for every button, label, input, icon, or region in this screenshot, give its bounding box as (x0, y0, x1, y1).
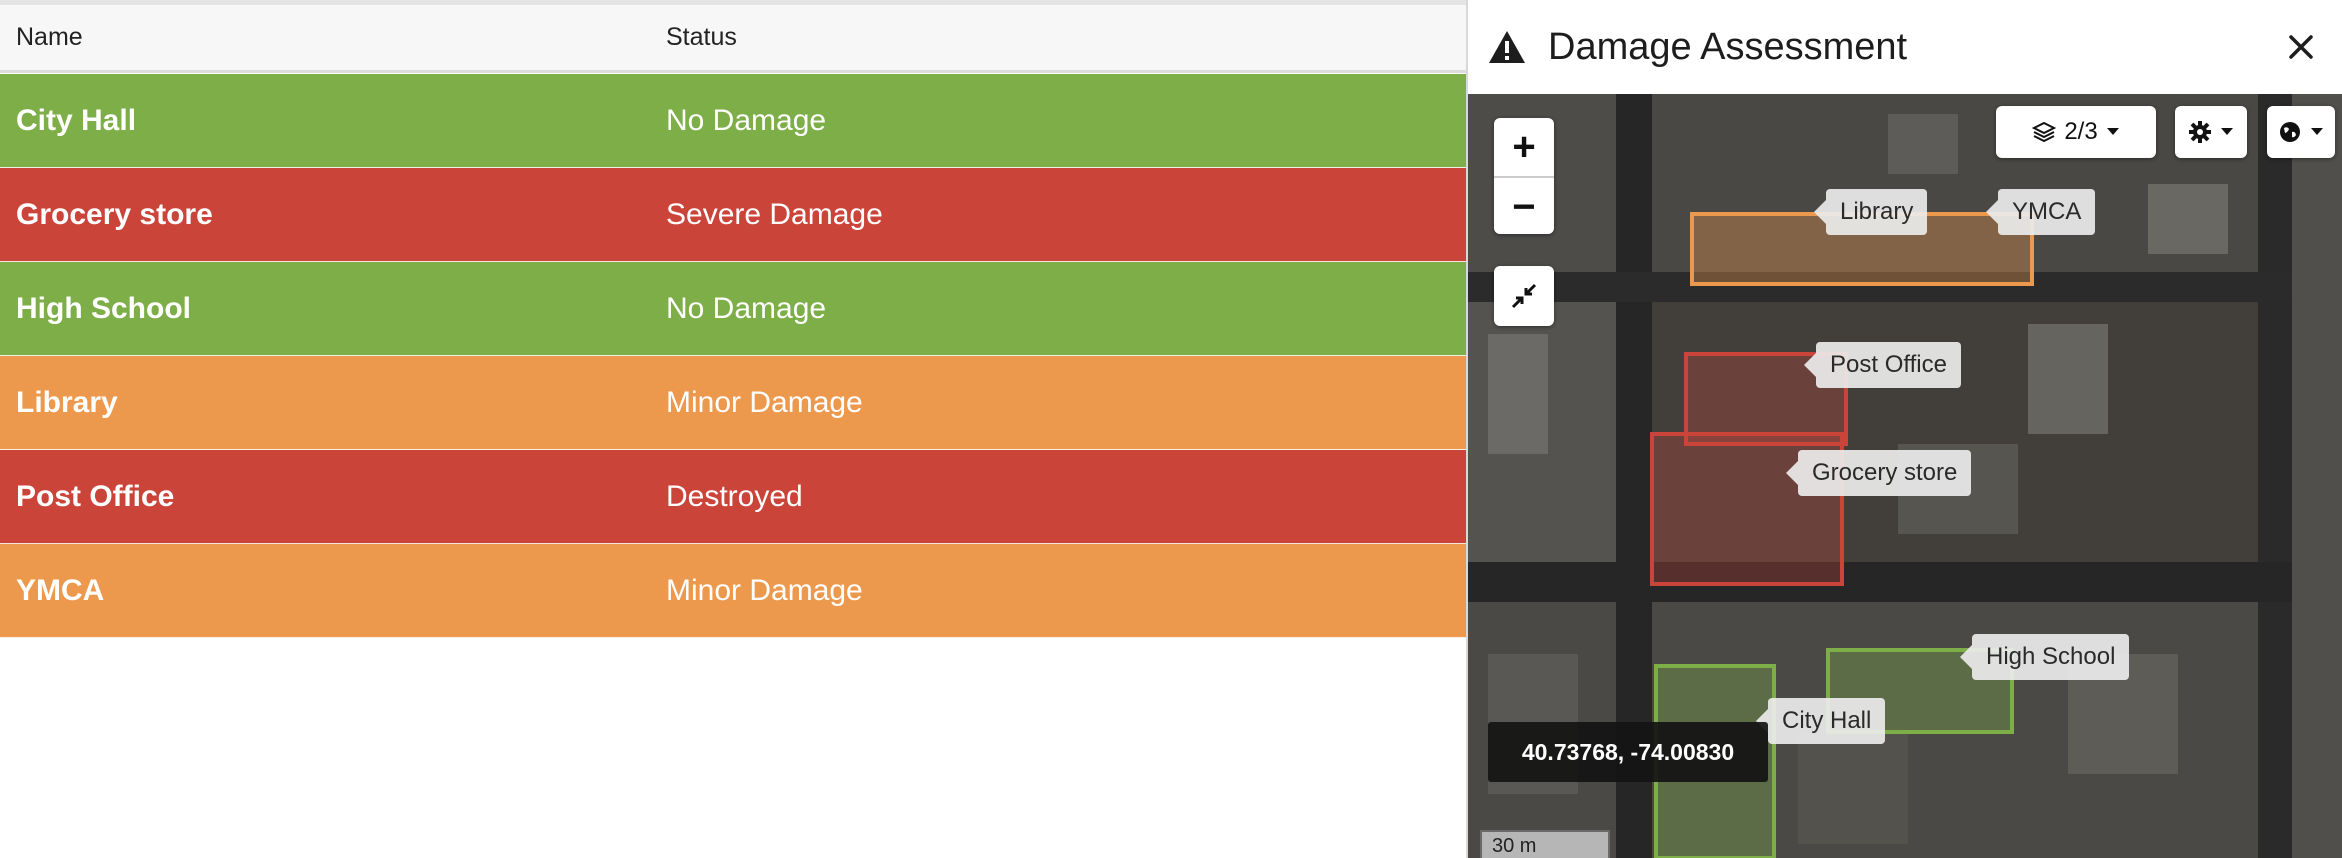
zoom-out-button[interactable]: − (1494, 176, 1554, 234)
map-label-grocery-store[interactable]: Grocery store (1785, 450, 1972, 496)
row-status: No Damage (666, 292, 827, 325)
scale-bar: 30 m (1480, 830, 1610, 858)
row-status: Destroyed (666, 480, 803, 513)
row-name: Post Office (16, 480, 175, 513)
table-header: Name Status (0, 5, 1466, 73)
row-name: YMCA (16, 574, 105, 607)
chevron-down-icon (2106, 128, 2119, 135)
map-label-ymca[interactable]: YMCA (1985, 189, 2096, 235)
zoom-in-button[interactable]: + (1494, 118, 1554, 176)
layers-icon (2032, 121, 2057, 143)
coordinate-readout: 40.73768, -74.00830 (1488, 722, 1768, 782)
chevron-down-icon (2221, 128, 2233, 135)
zoom-controls: + − (1494, 118, 1554, 234)
basemap-dropdown[interactable] (2267, 106, 2335, 158)
globe-icon (2280, 122, 2300, 142)
table-row[interactable]: YMCA Minor Damage (0, 544, 1466, 638)
close-icon[interactable] (2282, 28, 2320, 66)
row-status: Minor Damage (666, 574, 863, 607)
map-label-post-office[interactable]: Post Office (1804, 342, 1961, 388)
gear-icon (2189, 121, 2211, 143)
table-row[interactable]: High School No Damage (0, 262, 1466, 356)
table-row[interactable]: Library Minor Damage (0, 356, 1466, 450)
chevron-down-icon (2311, 128, 2323, 135)
app-root: Name Status City Hall No Damage Grocery … (0, 0, 2342, 858)
fit-bounds-button[interactable] (1494, 266, 1554, 326)
satellite-map[interactable]: + − 2/3 Library YMCA Post Office Grocery… (1468, 94, 2342, 858)
map-label-library[interactable]: Library (1813, 189, 1928, 235)
compress-icon (1511, 283, 1537, 309)
table-row[interactable]: City Hall No Damage (0, 74, 1466, 168)
settings-dropdown[interactable] (2175, 106, 2247, 158)
layers-dropdown[interactable]: 2/3 (1996, 106, 2156, 158)
damage-assessment-panel: Damage Assessment + − 2/3 Library YMCA P… (1466, 0, 2342, 858)
row-status: No Damage (666, 104, 827, 137)
map-label-city-hall[interactable]: City Hall (1755, 698, 1886, 744)
map-label-high-school[interactable]: High School (1959, 634, 2130, 680)
table-body: City Hall No Damage Grocery store Severe… (0, 74, 1466, 638)
damage-table: Name Status City Hall No Damage Grocery … (0, 0, 1466, 858)
row-name: Library (16, 386, 118, 419)
table-row[interactable]: Post Office Destroyed (0, 450, 1466, 544)
row-name: City Hall (16, 104, 137, 137)
table-row[interactable]: Grocery store Severe Damage (0, 168, 1466, 262)
warning-icon (1489, 31, 1525, 63)
panel-title: Damage Assessment (1548, 26, 1908, 68)
row-status: Severe Damage (666, 198, 883, 231)
row-status: Minor Damage (666, 386, 863, 419)
panel-header: Damage Assessment (1468, 0, 2342, 94)
column-header-name[interactable]: Name (16, 23, 83, 52)
row-name: Grocery store (16, 198, 213, 231)
column-header-status[interactable]: Status (666, 23, 737, 52)
layers-count: 2/3 (2064, 118, 2098, 145)
row-name: High School (16, 292, 191, 325)
